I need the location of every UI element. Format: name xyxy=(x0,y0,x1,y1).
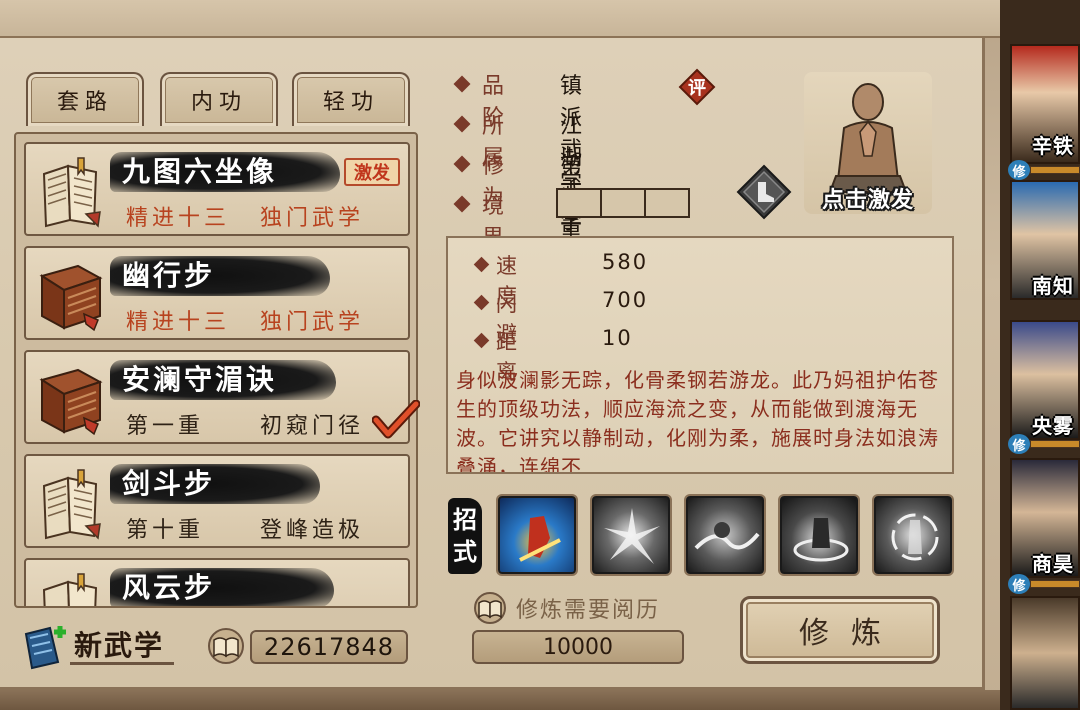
skill-name: 风云步 xyxy=(122,571,216,604)
description-panel[interactable]: 速度 580 闪避 700 距离 10 身似波澜影无踪，化骨柔钢若游龙。此乃妈祖… xyxy=(446,236,954,474)
move-spin-icon xyxy=(891,513,939,561)
realm-slot xyxy=(602,190,646,216)
stat-value: 580 xyxy=(602,250,649,274)
move-figure-icon xyxy=(519,516,561,562)
tab-taolu[interactable]: 套路 xyxy=(26,72,144,126)
skill-progress: 第一重 xyxy=(126,414,205,439)
cultivate-progress xyxy=(1030,166,1080,174)
skill-list[interactable]: 九图六坐像 激发 精进十三 独门武学 幽行步 精进十三 独门武学 安澜守湄诀 第… xyxy=(14,132,418,608)
boot-equip-icon[interactable] xyxy=(736,164,792,220)
skill-description: 身似波澜影无踪，化骨柔钢若游龙。此乃妈祖护佑苍生的顶级功法，顺应海流之变，从而能… xyxy=(456,368,939,474)
diamond-bullet xyxy=(473,332,490,349)
skill-type: 登峰造极 xyxy=(260,518,365,543)
move-slot-2[interactable] xyxy=(592,496,670,574)
skill-item[interactable]: 风云步 xyxy=(24,558,410,606)
cultivate-badge: 修 xyxy=(1008,434,1030,454)
tab-neigong[interactable]: 内功 xyxy=(160,72,278,126)
character-card[interactable] xyxy=(1010,596,1080,710)
stat-value: 700 xyxy=(602,288,649,312)
realm-slot xyxy=(646,190,688,216)
scroll-book-icon xyxy=(39,264,103,332)
cultivate-button[interactable]: 修炼 xyxy=(740,596,940,664)
cultivate-progress xyxy=(1030,440,1080,448)
skill-name: 安澜守湄诀 xyxy=(122,363,278,396)
move-slot-3[interactable] xyxy=(686,496,764,574)
character-name: 商昊 xyxy=(1032,552,1074,576)
skill-progress: 精进十三 xyxy=(126,310,231,335)
rating-badge[interactable]: 评 xyxy=(678,68,716,106)
character-name: 央雾 xyxy=(1032,414,1074,438)
character-name: 南知 xyxy=(1032,274,1074,298)
skill-type: 独门武学 xyxy=(260,310,365,335)
move-slot-4[interactable] xyxy=(780,496,858,574)
moves-label: 招 式 xyxy=(448,498,482,574)
activate-hint[interactable]: 点击激发 xyxy=(808,182,928,214)
skill-name: 剑斗步 xyxy=(122,467,216,500)
skill-item[interactable]: 幽行步 精进十三 独门武学 xyxy=(24,246,410,340)
new-skill-book-icon[interactable] xyxy=(20,622,68,670)
rating-badge-text: 评 xyxy=(688,78,706,99)
experience-points: 22617848 xyxy=(250,630,408,664)
book-icon xyxy=(474,592,506,624)
requirement-value: 10000 xyxy=(472,630,684,664)
character-name: 辛铁 xyxy=(1032,134,1074,158)
cultivate-badge: 修 xyxy=(1008,160,1030,180)
move-slot-1[interactable] xyxy=(498,496,576,574)
scroll-book-icon xyxy=(39,368,103,436)
open-book-icon xyxy=(42,157,101,228)
realm-slot xyxy=(558,190,602,216)
tab-qinggong[interactable]: 轻功 xyxy=(292,72,410,126)
moves-label-char: 招 xyxy=(453,506,477,534)
move-burst-icon xyxy=(604,508,660,564)
open-book-icon xyxy=(42,573,98,606)
diamond-bullet xyxy=(473,294,490,311)
skill-progress: 第十重 xyxy=(126,518,205,543)
frame-bottom-border xyxy=(0,690,1000,710)
skill-name: 九图六坐像 xyxy=(122,155,278,188)
skill-item[interactable]: 剑斗步 第十重 登峰造极 xyxy=(24,454,410,548)
cultivate-badge: 修 xyxy=(1008,574,1030,594)
frame-top-border xyxy=(0,0,1000,38)
skill-item[interactable]: 安澜守湄诀 第一重 初窥门径 xyxy=(24,350,410,444)
move-whirl-icon xyxy=(793,518,849,562)
skill-item[interactable]: 九图六坐像 激发 精进十三 独门武学 xyxy=(24,142,410,236)
book-icon xyxy=(208,628,244,664)
skill-type: 独门武学 xyxy=(260,206,365,231)
realm-slots xyxy=(556,188,690,218)
requirement-label: 修炼需要阅历 xyxy=(516,598,661,623)
skill-type: 初窥门径 xyxy=(260,414,365,439)
checkmark-icon xyxy=(372,400,420,439)
skill-progress: 精进十三 xyxy=(126,206,231,231)
new-skill-underline xyxy=(70,662,174,665)
open-book-icon xyxy=(42,469,101,540)
moves-label-char: 式 xyxy=(453,538,477,566)
stat-value: 10 xyxy=(602,326,633,350)
diamond-bullet xyxy=(473,256,490,273)
move-slot-5[interactable] xyxy=(874,496,952,574)
skill-name: 幽行步 xyxy=(122,259,216,292)
activated-badge: 激发 xyxy=(344,158,400,186)
new-skill-label[interactable]: 新武学 xyxy=(74,624,164,664)
move-wave-icon xyxy=(694,522,760,550)
cultivate-progress xyxy=(1030,580,1080,588)
